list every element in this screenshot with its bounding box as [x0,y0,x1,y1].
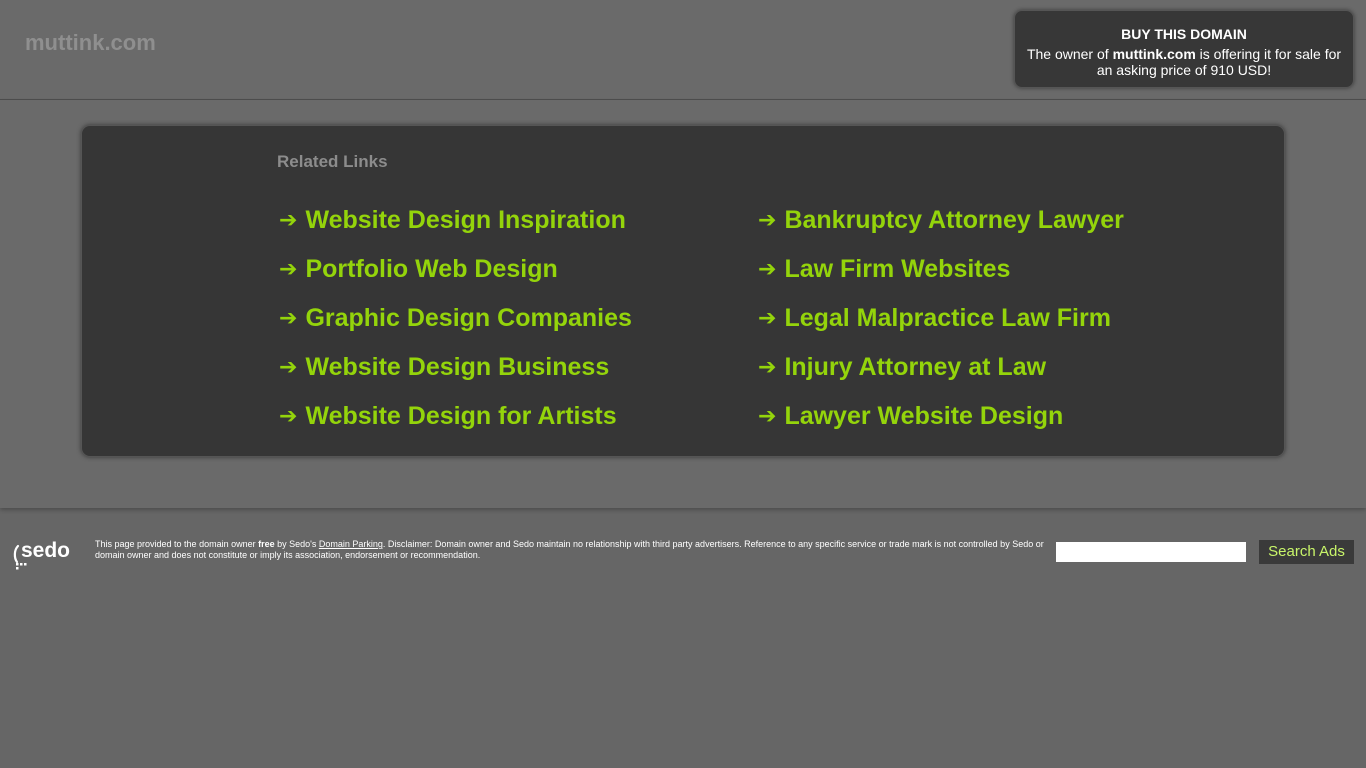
disclaimer-part: by Sedo's [274,539,319,549]
arrow-right-icon: ➔ [758,355,777,380]
arrow-right-icon: ➔ [279,306,298,331]
related-link-label[interactable]: Lawyer Website Design [784,402,1063,431]
buy-domain-box[interactable]: BUY THIS DOMAIN The owner of muttink.com… [1014,10,1354,88]
domain-parking-link[interactable]: Domain Parking [319,539,383,549]
main-band: Related Links ➔ Website Design Inspiratio… [0,100,1366,508]
buy-domain-text: The owner of muttink.com is offering it … [1015,42,1353,78]
related-link-label[interactable]: Bankruptcy Attorney Lawyer [784,206,1123,235]
footer: sedo This page provided to the domain ow… [0,530,1366,580]
buy-text-prefix: The owner of [1026,46,1113,62]
left-links-column: ➔ Website Design Inspiration ➔ Portfolio W… [279,196,632,441]
arrow-right-icon: ➔ [758,404,777,429]
arrow-right-icon: ➔ [279,257,298,282]
related-link[interactable]: ➔ Bankruptcy Attorney Lawyer [758,196,1124,245]
related-link-label[interactable]: Website Design Inspiration [305,206,625,235]
related-link[interactable]: ➔ Lawyer Website Design [758,392,1124,441]
related-link-label[interactable]: Website Design Business [305,353,609,382]
sedo-logo[interactable]: sedo [12,536,86,572]
search-ads-input[interactable] [1056,542,1246,562]
search-ads-button[interactable]: Search Ads [1259,540,1354,564]
related-link[interactable]: ➔ Website Design Inspiration [279,196,632,245]
site-title[interactable]: muttink.com [25,30,156,56]
sedo-logo-text: sedo [21,539,70,562]
right-links-column: ➔ Bankruptcy Attorney Lawyer ➔ Law Firm We… [758,196,1124,441]
related-links-title: Related Links [277,152,388,171]
related-link[interactable]: ➔ Law Firm Websites [758,245,1124,294]
arrow-right-icon: ➔ [758,208,777,233]
related-links-panel: Related Links ➔ Website Design Inspiratio… [81,125,1285,457]
arrow-right-icon: ➔ [758,306,777,331]
related-link-label[interactable]: Portfolio Web Design [305,255,557,284]
related-link[interactable]: ➔ Legal Malpractice Law Firm [758,294,1124,343]
arrow-right-icon: ➔ [758,257,777,282]
related-link[interactable]: ➔ Graphic Design Companies [279,294,632,343]
related-link-label[interactable]: Website Design for Artists [305,402,616,431]
related-link[interactable]: ➔ Portfolio Web Design [279,245,632,294]
arrow-right-icon: ➔ [279,355,298,380]
disclaimer-part: This page provided to the domain owner [95,539,259,549]
related-link-label[interactable]: Injury Attorney at Law [784,353,1046,382]
related-link-label[interactable]: Legal Malpractice Law Firm [784,304,1111,333]
related-link[interactable]: ➔ Website Design for Artists [279,392,632,441]
related-link[interactable]: ➔ Website Design Business [279,343,632,392]
related-link-label[interactable]: Graphic Design Companies [305,304,631,333]
buy-domain-name: muttink.com [1112,46,1196,62]
disclaimer-free: free [258,539,275,549]
arrow-right-icon: ➔ [279,208,298,233]
header: muttink.com BUY THIS DOMAIN The owner of… [0,0,1366,100]
related-link-label[interactable]: Law Firm Websites [784,255,1010,284]
disclaimer-text: This page provided to the domain owner f… [95,539,1053,561]
buy-domain-title[interactable]: BUY THIS DOMAIN [1015,26,1353,42]
related-link[interactable]: ➔ Injury Attorney at Law [758,343,1124,392]
arrow-right-icon: ➔ [279,404,298,429]
